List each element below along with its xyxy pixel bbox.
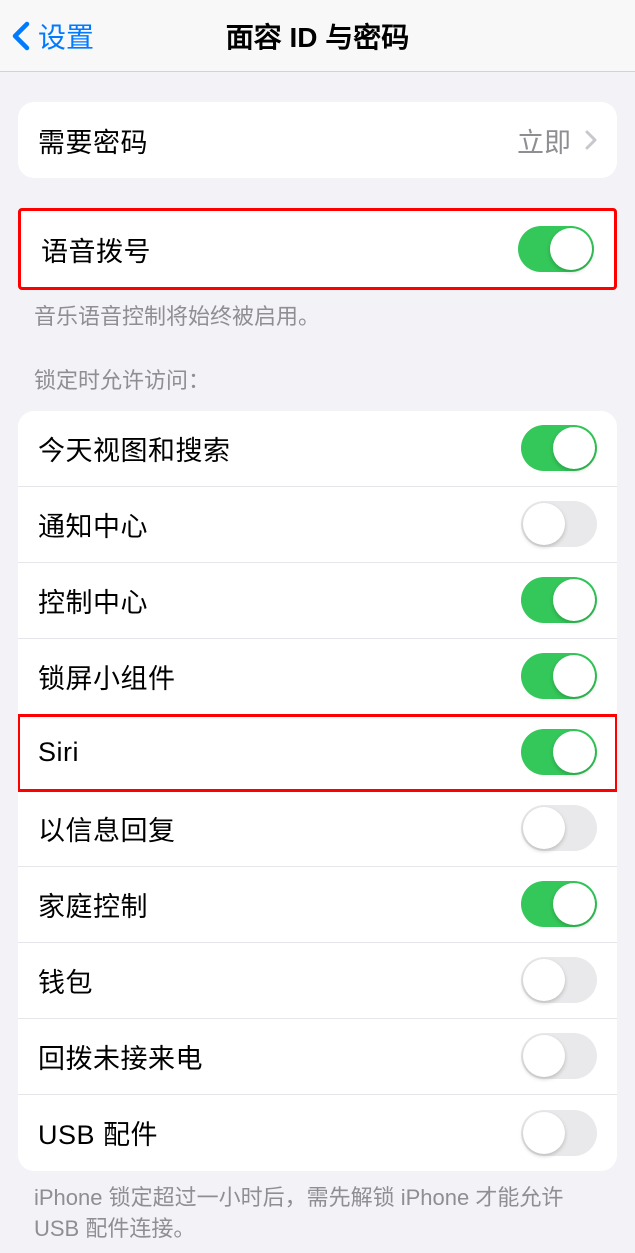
toggle-knob: [553, 655, 595, 697]
row-label: 以信息回复: [38, 809, 176, 848]
lock-section-footer: iPhone 锁定超过一小时后，需先解锁 iPhone 才能允许USB 配件连接…: [0, 1171, 635, 1245]
row-label: 锁屏小组件: [38, 657, 176, 696]
voice-dial-row: 语音拨号: [21, 211, 614, 287]
lock-item-row: 以信息回复: [18, 791, 617, 867]
lock-item-toggle[interactable]: [521, 425, 597, 471]
lock-item-row: 通知中心: [18, 487, 617, 563]
row-value: 立即: [517, 121, 571, 160]
toggle-knob: [523, 1035, 565, 1077]
lock-section-header: 锁定时允许访问：: [0, 333, 635, 403]
row-label: 控制中心: [38, 581, 148, 620]
row-label: 需要密码: [38, 121, 148, 160]
row-label: 今天视图和搜索: [38, 429, 231, 468]
lock-item-toggle[interactable]: [521, 1110, 597, 1156]
row-label: 语音拨号: [41, 230, 151, 269]
lock-item-toggle[interactable]: [521, 881, 597, 927]
lock-item-row: 今天视图和搜索: [18, 411, 617, 487]
voice-dial-toggle[interactable]: [518, 226, 594, 272]
toggle-knob: [550, 228, 592, 270]
row-label: 钱包: [38, 961, 93, 1000]
row-label: USB 配件: [38, 1113, 158, 1152]
lock-item-row: 回拨未接来电: [18, 1019, 617, 1095]
voice-dial-group: 语音拨号: [18, 208, 617, 290]
voice-dial-footer: 音乐语音控制将始终被启用。: [0, 290, 635, 333]
lock-item-toggle[interactable]: [521, 501, 597, 547]
row-label: 回拨未接来电: [38, 1037, 203, 1076]
lock-item-row: Siri: [18, 715, 617, 791]
lock-item-toggle[interactable]: [521, 577, 597, 623]
lock-item-row: 家庭控制: [18, 867, 617, 943]
toggle-knob: [553, 883, 595, 925]
lock-item-row: 锁屏小组件: [18, 639, 617, 715]
lock-item-toggle[interactable]: [521, 729, 597, 775]
toggle-knob: [523, 503, 565, 545]
row-label: 家庭控制: [38, 885, 148, 924]
back-button[interactable]: 设置: [0, 16, 94, 56]
lock-item-toggle[interactable]: [521, 1033, 597, 1079]
chevron-left-icon: [12, 21, 30, 51]
toggle-knob: [553, 579, 595, 621]
row-label: 通知中心: [38, 505, 148, 544]
row-value-container: 立即: [517, 121, 597, 160]
toggle-knob: [553, 427, 595, 469]
back-label: 设置: [38, 16, 94, 56]
toggle-knob: [523, 959, 565, 1001]
lock-item-row: 钱包: [18, 943, 617, 1019]
toggle-knob: [523, 1112, 565, 1154]
chevron-right-icon: [585, 130, 597, 150]
row-label: Siri: [38, 737, 79, 768]
page-title: 面容 ID 与密码: [226, 16, 410, 56]
passcode-group: 需要密码 立即: [18, 102, 617, 178]
toggle-knob: [553, 731, 595, 773]
lock-item-toggle[interactable]: [521, 653, 597, 699]
lock-item-row: USB 配件: [18, 1095, 617, 1171]
require-passcode-row[interactable]: 需要密码 立即: [18, 102, 617, 178]
content-area: 需要密码 立即 语音拨号 音乐语音控制将始终被启用。 锁定时允许访问： 今天视图…: [0, 102, 635, 1244]
toggle-knob: [523, 807, 565, 849]
lock-access-group: 今天视图和搜索通知中心控制中心锁屏小组件 Siri 以信息回复家庭控制钱包回拨未接来…: [18, 411, 617, 1171]
nav-header: 设置 面容 ID 与密码: [0, 0, 635, 72]
lock-item-row: 控制中心: [18, 563, 617, 639]
lock-item-toggle[interactable]: [521, 957, 597, 1003]
lock-item-toggle[interactable]: [521, 805, 597, 851]
